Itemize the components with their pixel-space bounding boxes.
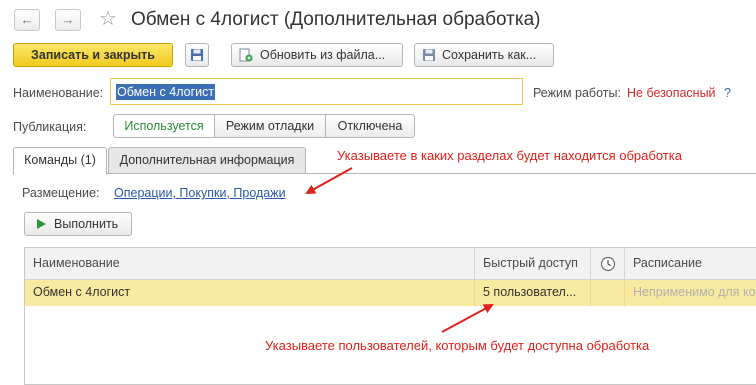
arrow-to-placement [305, 167, 353, 194]
arrow-to-quick-access [441, 304, 494, 333]
annotation-arrows [305, 167, 494, 333]
tab-commands[interactable]: Команды (1) [13, 147, 107, 175]
